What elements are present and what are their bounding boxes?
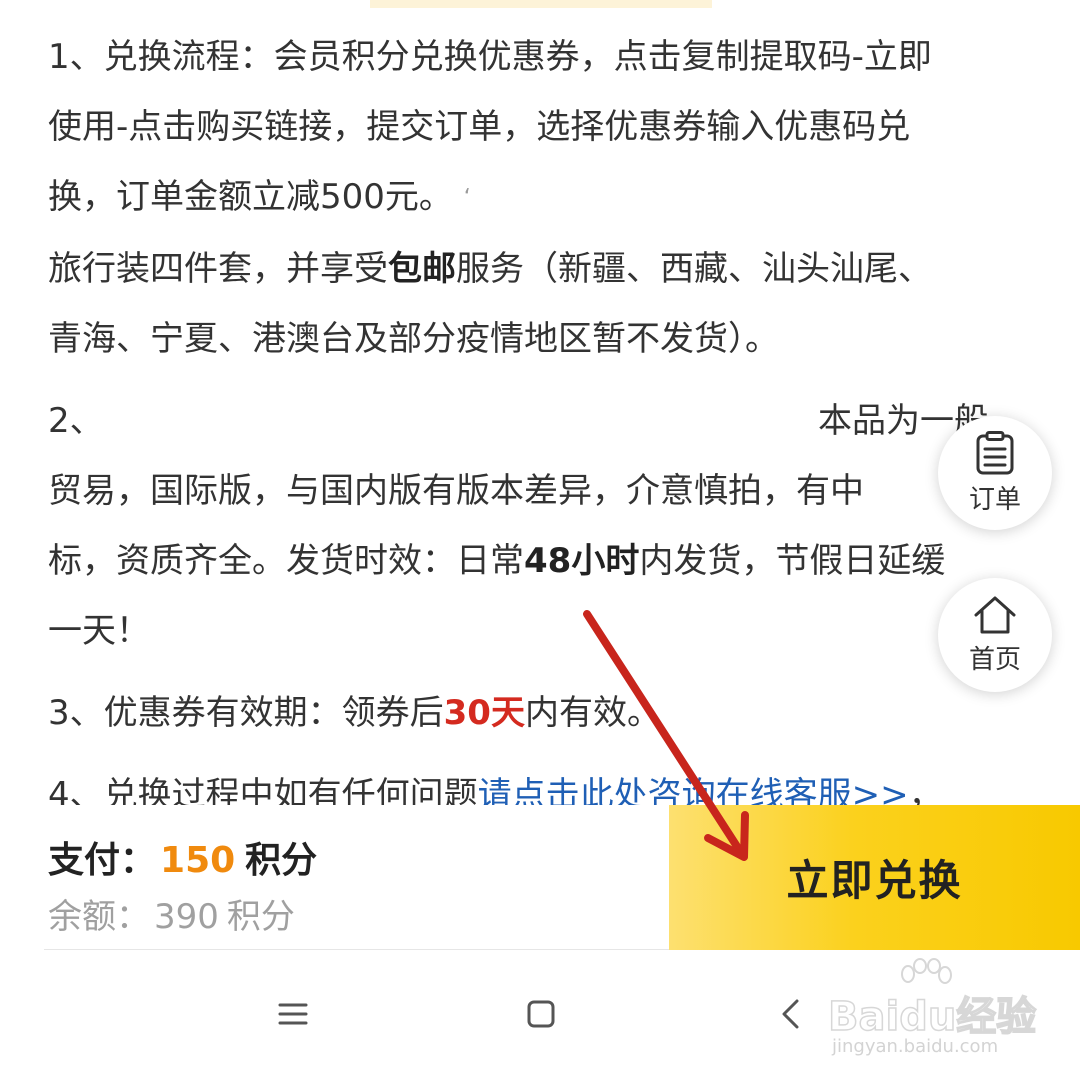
clipboard-list-icon [976,430,1014,474]
pay-label: 支付： [48,840,157,881]
system-back-button[interactable] [771,994,811,1034]
rule-2-line: 一天！ [48,610,150,651]
rule-3-text: 内有效。 [524,692,661,733]
rule-2-index: 2、 [48,400,104,441]
redeem-now-button[interactable]: 立即兑换 [669,805,1080,950]
chevron-left-icon [782,999,799,1029]
rule-1-line: 换，订单金额立减500元。 ‘ [48,162,1038,234]
pay-amount: 150 [160,840,236,881]
orders-label: 订单 [968,484,1021,515]
rule-2-line: 贸易，国际版，与国内版有版本差异，介意慎拍，有中 [48,470,864,511]
balance-unit: 积分 [226,897,295,937]
rule-1-text: 旅行装四件套，并享受 [48,248,388,289]
square-home-icon [527,1000,555,1028]
rule-1-line: 旅行装四件套，并享受包邮服务（新疆、西藏、汕头汕尾、 [48,234,1038,304]
baidu-watermark: Baidu经验 jingyan.baidu.com [827,958,1037,1068]
validity-emphasis: 30天 [443,692,525,733]
system-home-button[interactable] [521,994,561,1034]
house-icon [974,596,1016,633]
balance-summary: 余额： 390 积分 [48,889,295,938]
rule-1-line: 1、兑换流程：会员积分兑换优惠券，点击复制提取码-立即 [48,37,932,77]
rule-1-text: 服务（新疆、西藏、汕头汕尾、 [456,248,932,289]
rule-1-line: 使用-点击购买链接，提交订单，选择优惠券输入优惠码兑 [48,107,911,147]
redemption-rules: 1、兑换流程：会员积分兑换优惠券，点击复制提取码-立即 使用-点击购买链接，提交… [48,22,1038,830]
top-highlight-strip [370,0,712,8]
orders-float-button[interactable]: 订单 [938,416,1052,530]
stray-mark-icon: ‘ [463,185,471,211]
pay-unit: 积分 [245,840,318,881]
payment-summary: 支付： 150 积分 [48,831,317,883]
rule-2-line: 2、 本品为一般 [48,386,1038,456]
rule-3: 3、优惠券有效期：领券后30天内有效。 [48,678,1038,748]
rule-1-line: 青海、宁夏、港澳台及部分疫情地区暂不发货）。 [48,318,779,359]
menu-lines-icon [278,1003,308,1025]
free-shipping-emphasis: 包邮 [388,248,456,289]
rule-2-text: 内发货，节假日延缓 [639,540,946,581]
watermark-brand: Baidu经验 [827,993,1037,1041]
rule-2: 2、 本品为一般 贸易，国际版，与国内版有版本差异，介意慎拍，有中 标，资质齐全… [48,386,1038,666]
rule-3-text: 3、优惠券有效期：领券后 [48,692,444,733]
home-float-button[interactable]: 首页 [938,578,1052,692]
recent-apps-button[interactable] [273,994,313,1034]
rule-2-line: 标，资质齐全。发货时效：日常48小时内发货，节假日延缓 [48,526,1038,596]
rule-2-text: 标，资质齐全。发货时效：日常 [48,540,524,581]
shipping-time-emphasis: 48小时 [524,540,640,581]
balance-amount: 390 [154,897,219,937]
watermark-url: jingyan.baidu.com [832,1036,999,1057]
rule-1: 1、兑换流程：会员积分兑换优惠券，点击复制提取码-立即 使用-点击购买链接，提交… [48,22,1038,374]
balance-label: 余额： [48,897,150,937]
rule-1-text: 换，订单金额立减500元。 [48,177,453,217]
home-label: 首页 [968,644,1021,675]
